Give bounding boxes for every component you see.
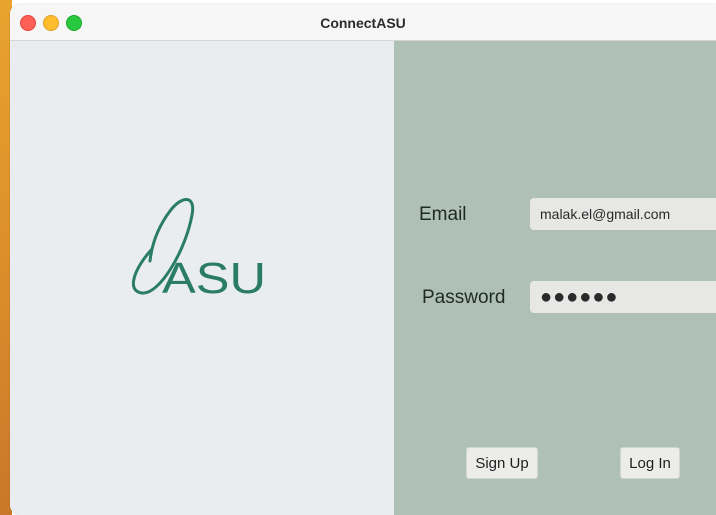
asu-logo: ASU [131,198,266,301]
sign-up-button[interactable]: Sign Up [466,447,538,479]
close-window-button[interactable] [20,15,36,31]
logo-text: ASU [162,254,266,301]
app-window: ConnectASU ASU Email Password ●●●●●● Sig… [10,4,716,515]
log-in-button[interactable]: Log In [620,447,680,479]
email-label: Email [419,204,467,225]
title-bar[interactable]: ConnectASU [10,4,716,41]
maximize-window-button[interactable] [66,15,82,31]
window-title: ConnectASU [320,15,406,31]
minimize-window-button[interactable] [43,15,59,31]
password-label: Password [422,287,506,308]
login-panel: Email Password ●●●●●● Sign Up Log In [394,41,716,515]
email-field[interactable] [530,198,716,230]
branding-panel: ASU [10,41,394,515]
password-field[interactable]: ●●●●●● [530,281,716,313]
